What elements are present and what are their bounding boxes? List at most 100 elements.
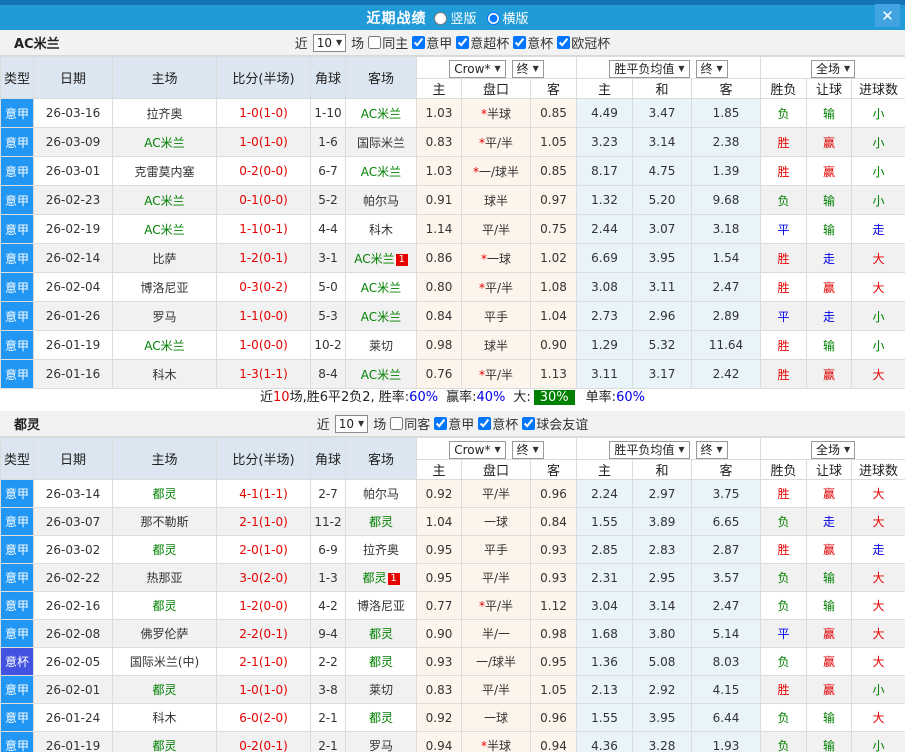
corners-cell: 5-2 bbox=[310, 185, 346, 215]
filter-checkbox[interactable]: 意甲 bbox=[434, 414, 474, 433]
sub-column-header: 客 bbox=[529, 459, 578, 480]
avg-draw-cell: 2.95 bbox=[632, 563, 693, 592]
result-cell: 胜 bbox=[760, 359, 808, 389]
result-cell: 胜 bbox=[760, 535, 808, 564]
filter-checkbox[interactable]: 同主 bbox=[368, 33, 408, 52]
recent-count-select[interactable]: 10 ▼ bbox=[312, 33, 347, 52]
radio-input[interactable] bbox=[434, 12, 448, 25]
filter-checkbox[interactable]: 意杯 bbox=[513, 33, 553, 52]
away-odds-cell: 1.08 bbox=[529, 272, 578, 302]
odds-period-select[interactable]: 终 ▼ bbox=[511, 440, 544, 459]
avg-home-cell: 8.17 bbox=[576, 156, 634, 186]
checkbox-input[interactable] bbox=[513, 35, 527, 49]
recent-count-select[interactable]: 10 ▼ bbox=[334, 414, 369, 433]
avg-type-select[interactable]: 胜平负均值 ▼ bbox=[609, 440, 690, 459]
home-team-cell: 博洛尼亚 bbox=[112, 272, 217, 302]
match-row: 意甲 26-02-16 都灵 1-2(0-0) 4-2 博洛尼亚 0.77 *平/半 1.12 3… bbox=[0, 591, 905, 620]
home-team-cell: 国际米兰(中) bbox=[112, 647, 217, 676]
games-label: 场 bbox=[373, 418, 387, 433]
checkbox-input[interactable] bbox=[390, 416, 404, 430]
column-header: 主场 bbox=[112, 437, 217, 480]
odds-company-select[interactable]: Crow* ▼ bbox=[449, 440, 506, 459]
scope-select[interactable]: 全场 ▼ bbox=[810, 440, 856, 459]
filter-checkbox[interactable]: 同客 bbox=[390, 414, 430, 433]
home-team-cell: 科木 bbox=[112, 359, 217, 389]
odds-period-select[interactable]: 终 ▼ bbox=[511, 59, 544, 78]
avg-away-cell: 1.93 bbox=[691, 731, 762, 752]
corners-cell: 2-2 bbox=[310, 647, 346, 676]
section-ac-milan: AC米兰 近 10 ▼ 场 同主 意甲 意超杯 意杯 欧冠杯 类型 日期 主场 比分(半场) 角球… bbox=[0, 30, 905, 407]
filter-checkbox[interactable]: 意杯 bbox=[478, 414, 518, 433]
avg-home-cell: 3.23 bbox=[576, 127, 634, 157]
column-header: 客场 bbox=[345, 56, 417, 99]
match-row: 意甲 26-01-24 科木 6-0(2-0) 2-1 都灵 0.92 一球 0.96 1.55 3… bbox=[0, 703, 905, 732]
chevron-down-icon: ▼ bbox=[843, 63, 851, 73]
away-team-cell: AC米兰 bbox=[345, 98, 417, 128]
view-mode-option[interactable]: 竖版 bbox=[434, 12, 477, 27]
away-team-cell: AC米兰 bbox=[345, 272, 417, 302]
team-name-text: 博洛尼亚 bbox=[356, 599, 405, 613]
corners-cell: 1-10 bbox=[310, 98, 346, 128]
checkbox-input[interactable] bbox=[434, 416, 448, 430]
handicap-result-cell: 输 bbox=[806, 98, 853, 128]
handicap-result-cell: 输 bbox=[806, 703, 853, 732]
team-name-text: 都灵 bbox=[368, 627, 393, 641]
avg-period-select[interactable]: 终 ▼ bbox=[695, 59, 728, 78]
checkbox-input[interactable] bbox=[478, 416, 492, 430]
close-button[interactable]: ✕ bbox=[875, 4, 900, 27]
date-cell: 26-02-14 bbox=[33, 243, 113, 273]
match-row: 意甲 26-01-19 都灵 0-2(0-1) 2-1 罗马 0.94 *半球 0.94 4.36… bbox=[0, 731, 905, 752]
filter-checkbox[interactable]: 意甲 bbox=[412, 33, 452, 52]
match-row: 意甲 26-03-07 那不勒斯 2-1(1-0) 11-2 都灵 1.04 一球 0.84 1.… bbox=[0, 507, 905, 536]
column-header: 类型 bbox=[0, 437, 34, 480]
home-team-cell: 都灵 bbox=[112, 479, 217, 508]
checkbox-input[interactable] bbox=[557, 35, 571, 49]
date-cell: 26-03-09 bbox=[33, 127, 113, 157]
radio-input[interactable] bbox=[486, 12, 500, 25]
avg-home-cell: 1.36 bbox=[576, 647, 634, 676]
checkbox-input[interactable] bbox=[368, 35, 382, 49]
star-marker: * bbox=[478, 280, 485, 295]
team-name-text: AC米兰 bbox=[144, 193, 185, 208]
corners-cell: 4-2 bbox=[310, 591, 346, 620]
goals-cell: 小 bbox=[851, 127, 905, 157]
view-mode-option[interactable]: 横版 bbox=[486, 12, 529, 27]
filter-checkbox[interactable]: 球会友谊 bbox=[522, 414, 588, 433]
score-cell: 2-0(1-0) bbox=[216, 535, 311, 564]
corners-cell: 4-4 bbox=[310, 214, 346, 244]
avg-away-cell: 1.39 bbox=[691, 156, 762, 186]
match-type-cell: 意甲 bbox=[0, 214, 34, 244]
handicap-cell: 平手 bbox=[461, 535, 531, 564]
odds-company-select[interactable]: Crow* ▼ bbox=[449, 59, 506, 78]
home-odds-cell: 0.80 bbox=[416, 272, 462, 302]
match-type-cell: 意甲 bbox=[0, 98, 34, 128]
filter-checkbox[interactable]: 意超杯 bbox=[456, 33, 509, 52]
team-name-text: 博洛尼亚 bbox=[140, 280, 189, 295]
handicap-result-cell: 输 bbox=[806, 591, 853, 620]
column-header: 角球 bbox=[310, 437, 346, 480]
checkbox-input[interactable] bbox=[412, 35, 426, 49]
match-row: 意甲 26-03-09 AC米兰 1-0(1-0) 1-6 国际米兰 0.83 *平/半 1.0… bbox=[0, 127, 905, 157]
avg-draw-cell: 3.07 bbox=[632, 214, 693, 244]
away-odds-cell: 1.05 bbox=[529, 675, 578, 704]
result-cell: 负 bbox=[760, 563, 808, 592]
away-odds-cell: 0.93 bbox=[529, 563, 578, 592]
result-cell: 负 bbox=[760, 647, 808, 676]
avg-period-select[interactable]: 终 ▼ bbox=[695, 440, 728, 459]
handicap-result-cell: 走 bbox=[806, 243, 853, 273]
home-team-cell: 都灵 bbox=[112, 591, 217, 620]
games-label: 场 bbox=[351, 37, 365, 52]
checkbox-input[interactable] bbox=[522, 416, 536, 430]
team-name: AC米兰 bbox=[14, 37, 60, 52]
chevron-down-icon: ▼ bbox=[532, 444, 539, 454]
avg-type-select[interactable]: 胜平负均值 ▼ bbox=[609, 59, 690, 78]
scope-select[interactable]: 全场 ▼ bbox=[810, 59, 856, 78]
odds-header-group: Crow* ▼ 终 ▼ bbox=[415, 437, 578, 460]
handicap-cell: 一/球半 bbox=[461, 647, 531, 676]
home-team-cell: AC米兰 bbox=[112, 214, 217, 244]
checkbox-input[interactable] bbox=[456, 35, 470, 49]
team-name-text: 热那亚 bbox=[146, 571, 183, 585]
sub-column-header: 主 bbox=[576, 459, 634, 480]
filter-checkbox[interactable]: 欧冠杯 bbox=[557, 33, 610, 52]
goals-cell: 大 bbox=[851, 507, 905, 536]
